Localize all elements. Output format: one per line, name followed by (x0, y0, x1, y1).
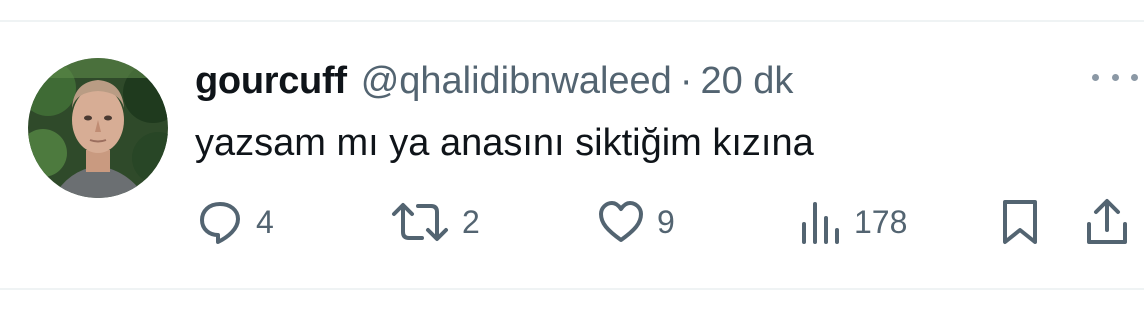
heart-icon (599, 201, 643, 242)
bookmark-button[interactable] (1000, 196, 1040, 248)
avatar-photo (28, 58, 168, 198)
header-separator: · (679, 59, 693, 102)
user-handle[interactable]: @qhalidibnwaleed (361, 60, 672, 103)
tweet-timestamp[interactable]: 20 dk (700, 60, 793, 103)
more-dot (1092, 73, 1099, 81)
tweet-header: gourcuff @qhalidibnwaleed · 20 dk (195, 56, 793, 106)
reply-count: 4 (256, 203, 274, 240)
reply-icon (200, 202, 240, 244)
like-count: 9 (657, 203, 675, 240)
more-dot (1131, 73, 1138, 81)
top-divider (0, 20, 1144, 22)
views-button[interactable]: 178 (798, 196, 907, 248)
retweet-button[interactable]: 2 (390, 196, 480, 248)
views-icon (802, 202, 839, 244)
retweet-count: 2 (462, 203, 480, 240)
reply-button[interactable]: 4 (196, 196, 274, 248)
views-count: 178 (854, 203, 908, 240)
more-dot (1111, 73, 1119, 81)
action-bar: 4 2 9 178 (0, 196, 1144, 248)
share-button[interactable] (1084, 196, 1130, 248)
bottom-divider (0, 288, 1144, 290)
avatar[interactable] (28, 58, 168, 198)
retweet-icon (392, 203, 448, 241)
more-icon[interactable] (1092, 62, 1138, 92)
like-button[interactable]: 9 (597, 196, 675, 248)
bookmark-icon (1003, 200, 1037, 244)
tweet-text: yazsam mı ya anasını siktiğim kızına (195, 122, 814, 164)
display-name[interactable]: gourcuff (195, 60, 347, 103)
share-icon (1087, 199, 1127, 244)
